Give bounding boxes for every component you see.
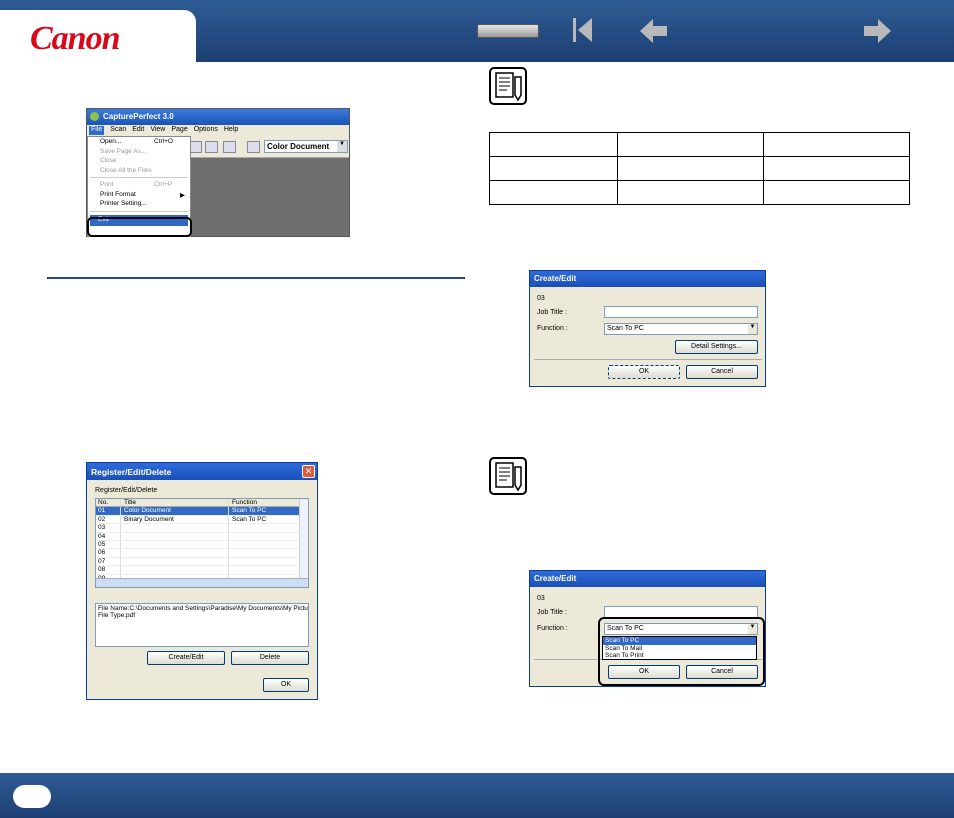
ok-button[interactable]: OK [263, 678, 309, 692]
menu-item-print-format[interactable]: Print Format ▶ [88, 190, 190, 200]
menu-page[interactable]: Page [171, 126, 187, 135]
create-edit-dialog: Create/Edit 03 Job Title : Function : Sc… [529, 270, 766, 387]
menu-edit[interactable]: Edit [132, 126, 144, 135]
next-page-icon[interactable] [864, 19, 892, 43]
delete-button[interactable]: Delete [231, 651, 309, 665]
table-row[interactable]: 07 [96, 557, 308, 567]
vertical-scrollbar[interactable] [299, 499, 308, 579]
table-row[interactable]: 08 [96, 566, 308, 575]
table-row[interactable]: 05 [96, 540, 308, 550]
previous-page-icon[interactable] [640, 19, 668, 43]
app-icon [90, 112, 99, 121]
job-combo-value: Color Document [267, 142, 330, 151]
menu-help[interactable]: Help [224, 126, 238, 135]
job-number: 03 [537, 295, 545, 302]
menu-file[interactable]: File [89, 126, 105, 135]
detail-settings-button[interactable]: Detail Settings... [675, 340, 758, 354]
table-row[interactable]: 01 Color Document Scan To PC [96, 507, 308, 516]
logo-tab: Canon [0, 10, 196, 62]
canon-logo: Canon [30, 20, 120, 57]
group-label: Register/Edit/Delete [95, 487, 158, 494]
print-icon[interactable] [205, 141, 218, 153]
file-name-text: File Name:C:\Documents and Settings\Para… [98, 605, 308, 612]
job-title-label: Job Title : [537, 309, 567, 316]
window-title: CapturePerfect 3.0 [103, 112, 174, 121]
file-type-text: File Type:pdf [98, 612, 136, 619]
blank-table [489, 132, 910, 205]
menu-scan[interactable]: Scan [110, 126, 126, 135]
create-edit-button[interactable]: Create/Edit [147, 651, 225, 665]
first-page-icon[interactable] [572, 17, 594, 45]
memo-icon [489, 67, 527, 105]
memo-icon [489, 457, 527, 495]
chevron-down-icon[interactable]: ▼ [337, 141, 347, 152]
job-icon[interactable] [247, 141, 260, 153]
job-title-label: Job Title : [537, 609, 567, 616]
menu-item-close: Close [100, 157, 117, 164]
menu-item-printer-setting[interactable]: Printer Setting... [88, 199, 190, 209]
dialog-titlebar: Create/Edit [530, 271, 765, 287]
job-number: 03 [537, 595, 545, 602]
menu-view[interactable]: View [150, 126, 165, 135]
register-edit-delete-dialog: Register/Edit/Delete ✕ Register/Edit/Del… [86, 462, 318, 700]
file-info-box: File Name:C:\Documents and Settings\Para… [95, 603, 309, 647]
table-row [489, 156, 910, 181]
chevron-down-icon[interactable]: ▼ [748, 324, 757, 334]
table-row [489, 132, 910, 157]
exit-highlight-ring [87, 217, 192, 237]
column-header-title[interactable]: Title [121, 499, 229, 507]
dialog-title: Create/Edit [534, 274, 577, 283]
function-label: Function : [537, 325, 568, 332]
menu-separator [90, 210, 188, 212]
job-table: No. Title Function 01 Color Document Scan … [95, 498, 309, 588]
job-title-field[interactable] [604, 306, 758, 318]
captureperfect-titlebar: CapturePerfect 3.0 [87, 109, 349, 125]
menu-options[interactable]: Options [194, 126, 218, 135]
close-icon[interactable]: ✕ [302, 465, 315, 478]
table-header: No. Title Function [96, 499, 308, 508]
menu-item-print: Print Ctrl+P [100, 181, 173, 188]
section-divider [47, 277, 465, 279]
column-header-no[interactable]: No. [96, 499, 121, 507]
cancel-button[interactable]: Cancel [686, 365, 758, 379]
dialog-title: Register/Edit/Delete [91, 467, 172, 477]
bottom-banner [0, 773, 954, 818]
table-row[interactable]: 03 [96, 524, 308, 533]
menu-item-close-all: Close All the Files [100, 166, 152, 174]
table-row[interactable]: 06 [96, 549, 308, 558]
horizontal-scrollbar[interactable] [96, 578, 308, 587]
menu-separator [90, 177, 188, 178]
dropdown-highlight-ring [598, 617, 765, 686]
mail-icon[interactable] [223, 141, 236, 153]
ok-button[interactable]: OK [608, 365, 680, 379]
dialog-title: Create/Edit [534, 574, 577, 583]
blank-nav-button[interactable] [477, 24, 539, 38]
table-row[interactable]: 02 Binary Document Scan To PC [96, 515, 308, 525]
function-label: Function : [537, 625, 568, 632]
function-select[interactable]: Scan To PC ▼ [604, 323, 758, 335]
menubar: File Scan Edit View Page Options Help [87, 125, 349, 136]
job-combo[interactable]: Color Document ▼ [264, 140, 348, 153]
dialog-titlebar: Register/Edit/Delete ✕ [87, 463, 317, 480]
table-row [489, 180, 910, 205]
dialog-titlebar: Create/Edit [530, 571, 765, 587]
function-value: Scan To PC [607, 325, 644, 332]
page-number-oval [13, 785, 51, 808]
menu-item-open[interactable]: Open... Ctrl+O [88, 137, 190, 147]
menu-item-save-page-as: Save Page As... [100, 147, 147, 155]
column-header-function[interactable]: Function [229, 499, 308, 506]
divider [534, 359, 762, 360]
submenu-arrow-icon: ▶ [180, 191, 185, 199]
table-row[interactable]: 04 [96, 532, 308, 541]
